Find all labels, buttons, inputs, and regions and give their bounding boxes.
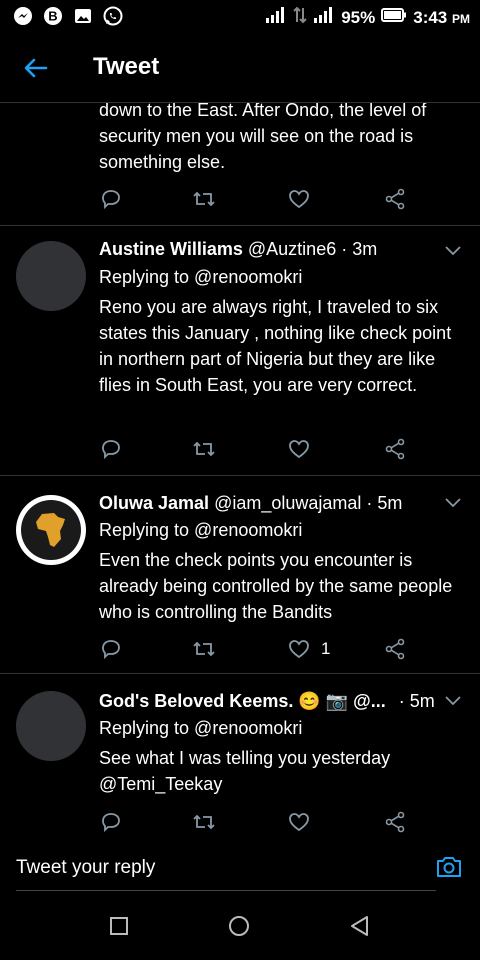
- clock-ampm: PM: [452, 11, 470, 26]
- reply-button[interactable]: [99, 436, 123, 462]
- tweet-body: down to the East. After Ondo, the level …: [99, 103, 427, 172]
- back-nav-icon[interactable]: [346, 912, 374, 940]
- svg-text:B: B: [48, 9, 57, 24]
- heart-icon: [289, 813, 309, 832]
- replies-feed[interactable]: down to the East. After Ondo, the level …: [0, 103, 480, 834]
- data-transfer-icon: [293, 6, 307, 29]
- tweet-actions: [99, 809, 419, 834]
- tweet-item[interactable]: Austine Williams @Auztine6 · 3m Replying…: [0, 225, 480, 476]
- share-icon: [385, 188, 405, 210]
- home-icon[interactable]: [225, 912, 253, 940]
- retweet-icon: [193, 814, 215, 830]
- author-handle-time: · 5m: [398, 691, 435, 711]
- retweet-icon: [193, 641, 215, 657]
- clock-time: 3:43: [413, 7, 448, 27]
- tweet-header: Oluwa Jamal @iam_oluwajamal · 5m: [99, 493, 402, 514]
- replying-to[interactable]: Replying to @renoomokri: [99, 520, 302, 541]
- africa-map-icon: [21, 500, 81, 560]
- like-button[interactable]: [287, 186, 321, 212]
- reply-button[interactable]: [99, 636, 123, 662]
- chevron-down-icon[interactable]: [444, 695, 462, 707]
- retweet-icon: [193, 441, 215, 457]
- clock: 3:43 PM: [413, 8, 470, 28]
- like-button[interactable]: [287, 436, 321, 462]
- signal-2-icon: [313, 6, 335, 29]
- tweet-body: Even the check points you encounter is a…: [99, 550, 453, 622]
- heart-icon: [289, 640, 309, 659]
- heart-icon: [289, 440, 309, 459]
- author-name[interactable]: Austine Williams: [99, 239, 243, 259]
- reply-icon: [102, 640, 120, 660]
- tweet-item[interactable]: down to the East. After Ondo, the level …: [0, 103, 480, 226]
- gallery-icon: [72, 5, 94, 27]
- tweet-actions: [99, 186, 419, 212]
- share-button[interactable]: [383, 809, 407, 834]
- retweet-button[interactable]: [191, 436, 217, 462]
- recents-icon[interactable]: [105, 912, 133, 940]
- author-handle-time: @iam_oluwajamal · 5m: [214, 493, 403, 513]
- reply-icon: [102, 813, 120, 833]
- messenger-icon: [12, 5, 34, 27]
- tweet-actions: [99, 436, 419, 462]
- tweet-item[interactable]: God's Beloved Keems. 😊 📷 @... · 5m Reply…: [0, 673, 480, 834]
- retweet-button[interactable]: [191, 809, 217, 834]
- page-title: Tweet: [93, 53, 160, 80]
- tweet-header: God's Beloved Keems. 😊 📷 @... · 5m: [99, 691, 435, 712]
- reply-icon: [102, 440, 120, 460]
- retweet-button[interactable]: [191, 186, 217, 212]
- battery-icon: [381, 7, 407, 28]
- heart-icon: [289, 190, 309, 209]
- app-bar: Tweet: [0, 34, 480, 103]
- reply-icon: [102, 190, 120, 210]
- tweet-body: See what I was telling you yesterday @Te…: [99, 748, 391, 794]
- share-button[interactable]: [383, 186, 407, 212]
- tweet-header: Austine Williams @Auztine6 · 3m: [99, 239, 377, 260]
- like-button[interactable]: [287, 809, 321, 834]
- share-icon: [385, 638, 405, 660]
- retweet-button[interactable]: [191, 636, 217, 662]
- signal-icon: [265, 6, 287, 29]
- reply-composer: Tweet your reply: [0, 834, 480, 892]
- system-nav-bar: [0, 892, 480, 960]
- b-app-icon: B: [42, 5, 64, 27]
- author-name[interactable]: Oluwa Jamal: [99, 493, 209, 513]
- camera-icon[interactable]: [434, 852, 464, 882]
- retweet-icon: [193, 191, 215, 207]
- reply-input[interactable]: Tweet your reply: [16, 857, 155, 879]
- status-bar: B 95% 3:43 PM: [0, 0, 480, 34]
- reply-button[interactable]: [99, 809, 123, 834]
- chevron-down-icon[interactable]: [444, 497, 462, 509]
- author-handle-time: @Auztine6 · 3m: [247, 239, 378, 259]
- share-button[interactable]: [383, 436, 407, 462]
- replying-to[interactable]: Replying to @renoomokri: [99, 718, 302, 739]
- input-underline: [16, 890, 436, 891]
- back-arrow-icon[interactable]: [22, 54, 50, 82]
- reply-button[interactable]: [99, 186, 123, 212]
- whatsapp-icon: [102, 5, 124, 27]
- avatar[interactable]: [16, 495, 86, 565]
- chevron-down-icon[interactable]: [444, 245, 462, 257]
- replying-to[interactable]: Replying to @renoomokri: [99, 267, 302, 288]
- avatar[interactable]: [16, 241, 86, 311]
- tweet-body: Reno you are always right, I traveled to…: [99, 297, 452, 395]
- like-count: 1: [321, 639, 331, 658]
- share-button[interactable]: [383, 636, 407, 662]
- author-name[interactable]: God's Beloved Keems. 😊 📷 @...: [99, 691, 386, 711]
- share-icon: [385, 438, 405, 460]
- avatar[interactable]: [16, 691, 86, 761]
- tweet-item[interactable]: Oluwa Jamal @iam_oluwajamal · 5m Replyin…: [0, 475, 480, 674]
- share-icon: [385, 811, 405, 833]
- like-button[interactable]: 1: [287, 636, 330, 662]
- battery-percent: 95%: [341, 7, 376, 27]
- tweet-actions: 1: [99, 636, 419, 662]
